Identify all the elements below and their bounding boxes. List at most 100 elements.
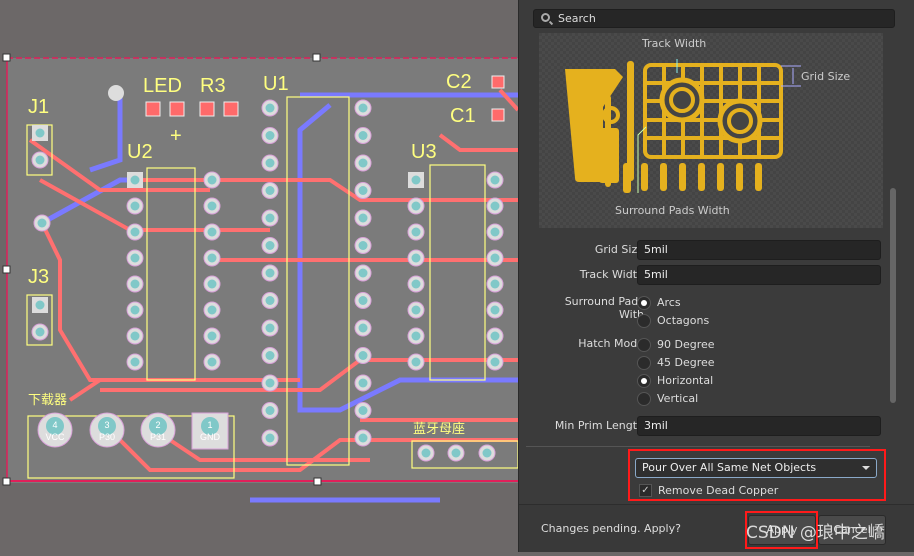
svg-text:4: 4 (52, 420, 57, 430)
pad (265, 296, 275, 305)
changes-pending-text: Changes pending. Apply? (541, 522, 681, 535)
hatch-preview: Track Width Grid Size Surround Pads Widt… (539, 33, 883, 228)
pad (358, 433, 368, 443)
pad (358, 241, 368, 250)
pad (265, 351, 275, 360)
pad (411, 227, 421, 237)
scrollbar[interactable] (889, 33, 897, 503)
pad (130, 331, 140, 341)
search-input[interactable]: Search (533, 9, 895, 28)
pad (265, 186, 275, 195)
pad (130, 175, 140, 185)
pad (207, 279, 217, 289)
track-width-label: Track Width (579, 268, 644, 281)
pad (490, 279, 500, 289)
pad (490, 227, 500, 237)
pad (265, 103, 275, 113)
svg-text:U2: U2 (127, 141, 153, 163)
grid-size-caption: Grid Size (801, 70, 851, 83)
pad (35, 327, 45, 337)
search-placeholder: Search (558, 12, 596, 25)
search-icon (541, 13, 550, 22)
pad (411, 279, 421, 289)
pad (490, 201, 500, 211)
svg-text:U3: U3 (411, 141, 437, 163)
min-prim-length-label: Min Prim Length (554, 419, 644, 432)
pad (411, 201, 421, 211)
svg-text:下载器: 下载器 (28, 392, 67, 407)
pad (265, 406, 275, 415)
pad (265, 433, 275, 443)
pad (130, 357, 140, 367)
divider (526, 446, 870, 447)
svg-text:1: 1 (207, 420, 212, 430)
pad (411, 253, 421, 263)
svg-text:LED: LED (143, 75, 182, 97)
pcb-board[interactable]: LED R3 U1 C2 C1 J1 U2 U3 J3 + 下载器 蓝牙母座 4… (0, 0, 520, 552)
pad (358, 296, 368, 305)
pad (358, 158, 368, 168)
pad (130, 201, 140, 211)
pad (35, 128, 45, 138)
track-width-caption: Track Width (642, 37, 707, 50)
pad (265, 323, 275, 333)
svg-text:C2: C2 (446, 71, 472, 93)
pad (207, 175, 217, 185)
hatch-mode-label: Hatch Mode (578, 337, 644, 350)
pad (411, 331, 421, 341)
pad (35, 300, 45, 310)
pad (207, 253, 217, 263)
pcb-canvas[interactable]: LED R3 U1 C2 C1 J1 U2 U3 J3 + 下载器 蓝牙母座 4… (0, 0, 520, 552)
pad (490, 175, 500, 185)
pad (490, 331, 500, 341)
pad (207, 227, 217, 237)
polygon-preview-graphic (565, 59, 801, 193)
pour-mode-dropdown[interactable]: Pour Over All Same Net Objects (635, 458, 877, 478)
watermark: CSDN @琅中之嶠 (746, 523, 885, 543)
remove-dead-copper-checkbox[interactable]: ✓ Remove Dead Copper (639, 484, 778, 498)
pad (490, 253, 500, 263)
pad (411, 357, 421, 367)
pad (490, 357, 500, 367)
radio-90-degree[interactable]: 90 Degree (637, 337, 715, 353)
pad (358, 103, 368, 113)
svg-text:C1: C1 (450, 105, 476, 127)
track-width-input[interactable]: 5mil (637, 265, 881, 285)
checkmark-icon: ✓ (639, 484, 652, 497)
pad (358, 268, 368, 278)
pad (37, 218, 47, 228)
surround-pads-label: Surround Pads With (564, 295, 644, 321)
radio-octagons[interactable]: Octagons (637, 313, 709, 329)
pad (265, 213, 275, 223)
surround-pads-width-caption: Surround Pads Width (615, 204, 730, 217)
pad (265, 158, 275, 168)
pad (35, 155, 45, 165)
scrollbar-thumb[interactable] (890, 188, 896, 403)
pad (358, 351, 368, 360)
svg-text:U1: U1 (263, 73, 289, 95)
svg-text:GND: GND (200, 432, 221, 442)
pad (265, 131, 275, 140)
min-prim-length-input[interactable]: 3mil (637, 416, 881, 436)
properties-panel: Search Track Width Grid Size Surround Pa… (518, 0, 914, 552)
radio-arcs[interactable]: Arcs (637, 295, 681, 311)
pad (358, 406, 368, 415)
pad (130, 305, 140, 315)
chevron-down-icon (862, 466, 870, 470)
pad (207, 331, 217, 341)
pad (411, 305, 421, 315)
pad (207, 305, 217, 315)
pad (411, 175, 421, 185)
grid-size-input[interactable]: 5mil (637, 240, 881, 260)
svg-text:3: 3 (104, 420, 109, 430)
pad (207, 201, 217, 211)
radio-vertical[interactable]: Vertical (637, 391, 698, 407)
pad (207, 357, 217, 367)
svg-text:+: + (170, 125, 182, 147)
remove-dead-copper-label: Remove Dead Copper (658, 484, 779, 497)
svg-text:J1: J1 (28, 96, 49, 118)
pad (490, 305, 500, 315)
radio-45-degree[interactable]: 45 Degree (637, 355, 715, 371)
pad (265, 378, 275, 388)
radio-horizontal[interactable]: Horizontal (637, 373, 713, 389)
